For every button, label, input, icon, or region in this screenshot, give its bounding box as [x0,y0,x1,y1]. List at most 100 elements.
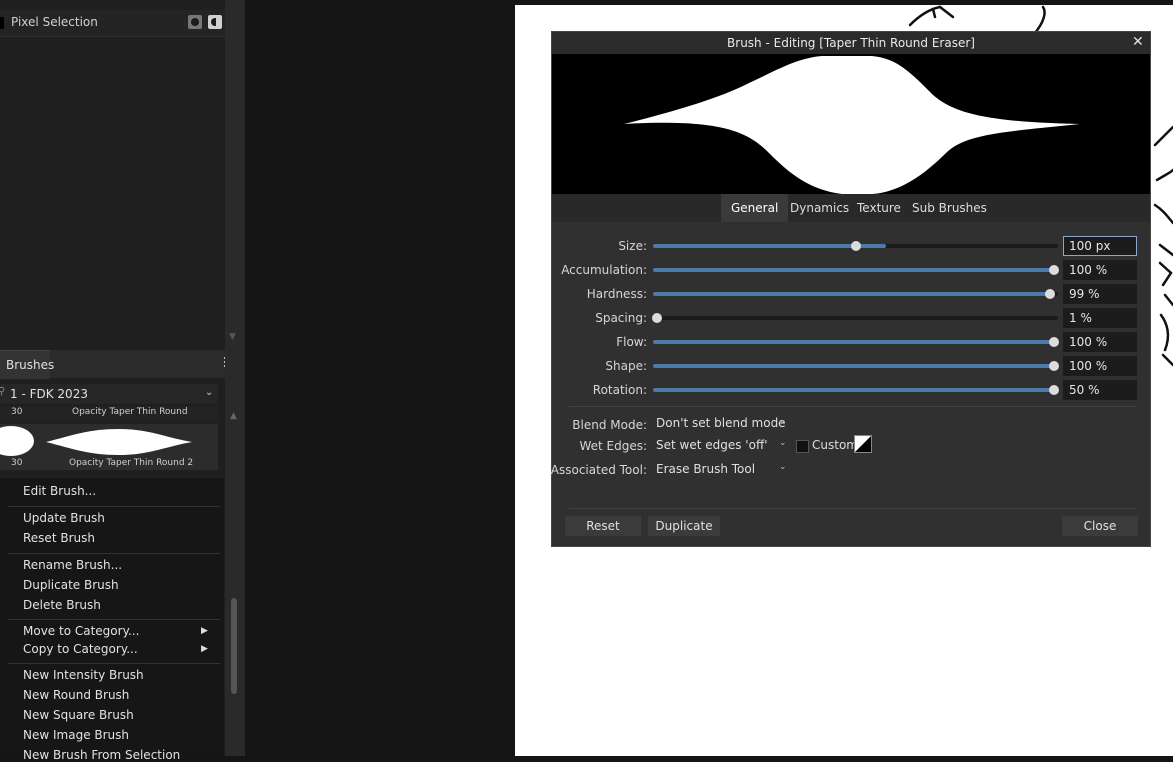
brush-tip-preview [0,426,34,456]
shape-slider-knob[interactable] [1049,361,1059,371]
rotation-slider-knob[interactable] [1049,385,1059,395]
blend-mode-label: Blend Mode: [572,418,647,432]
layer-name: Pixel Selection [11,15,98,29]
menu-item-rename-brush[interactable]: Rename Brush... [23,558,122,572]
brush-stroke-shape [624,56,1080,194]
associated-tool-value: Erase Brush Tool [656,462,756,476]
blend-mode-value: Don't set blend mode [656,416,786,430]
flow-slider[interactable] [653,337,1059,347]
dialog-separator [569,508,1137,509]
reset-button[interactable]: Reset [565,516,641,536]
submenu-arrow-icon: ▶ [201,644,208,654]
shape-value-field[interactable]: 100 % [1063,356,1137,376]
associated-tool-dropdown[interactable]: Erase Brush Tool ⌄ [653,460,793,478]
rotation-label: Rotation: [592,383,647,397]
brushes-panel-header: Brushes [0,350,245,379]
menu-item-new-square-brush[interactable]: New Square Brush [23,708,134,722]
spacing-row: Spacing: 1 % [552,308,1150,328]
chevron-down-icon: ⌄ [779,462,787,472]
menu-separator [8,619,220,620]
blend-options-icon[interactable] [208,15,222,29]
brush-name: Opacity Taper Thin Round 2 [69,458,194,468]
wet-edges-label: Wet Edges: [579,439,647,453]
duplicate-button[interactable]: Duplicate [648,516,720,536]
brush-stroke-preview [46,429,192,455]
hardness-slider[interactable] [653,289,1058,299]
size-row: Size: 100 px [552,236,1150,256]
associated-tool-label: Associated Tool: [550,463,647,477]
chevron-down-icon: ⌄ [205,387,214,398]
size-label: Size: [618,239,647,253]
brushes-tab-label: Brushes [6,358,55,372]
accumulation-row: Accumulation: 100 % [552,260,1150,280]
pin-icon: ⚲ [0,386,6,397]
size-slider[interactable] [653,241,1058,251]
close-icon[interactable]: ✕ [1132,34,1144,50]
dialog-separator [569,406,1137,407]
shape-slider-fill [653,364,1054,368]
menu-item-new-intensity-brush[interactable]: New Intensity Brush [23,668,144,682]
menu-item-move-to-category[interactable]: Move to Category... [23,624,139,638]
dialog-tabs: General Dynamics Texture Sub Brushes [552,194,1150,222]
layer-row-pixel-selection[interactable]: Pixel Selection [0,10,225,37]
rotation-slider-fill [653,388,1054,392]
accumulation-label: Accumulation: [561,263,647,277]
hardness-value-field[interactable]: 99 % [1063,284,1137,304]
menu-separator [8,506,220,507]
flow-slider-fill [653,340,1054,344]
brush-size: 30 [11,407,23,417]
wet-edge-curve-icon[interactable] [854,435,872,453]
shape-slider[interactable] [653,361,1059,371]
blend-mode-dropdown[interactable]: Don't set blend mode ⌄ [653,414,793,432]
size-value-field[interactable]: 100 px [1063,236,1137,256]
menu-separator [8,553,220,554]
flow-slider-knob[interactable] [1049,337,1059,347]
dialog-titlebar[interactable]: Brush - Editing [Taper Thin Round Eraser… [552,32,1150,54]
spacing-slider[interactable] [652,313,1058,323]
mask-icon[interactable] [188,15,202,29]
chevron-down-icon: ⌄ [779,416,787,426]
menu-item-new-brush-from-selection[interactable]: New Brush From Selection [23,748,180,762]
accumulation-value-field[interactable]: 100 % [1063,260,1137,280]
brush-category-select[interactable]: ⚲ 1 - FDK 2023 ⌄ [0,384,218,404]
scroll-up-arrow-icon[interactable]: ▲ [230,411,237,421]
shape-row: Shape: 100 % [552,356,1150,376]
menu-item-new-image-brush[interactable]: New Image Brush [23,728,129,742]
rotation-slider[interactable] [653,385,1059,395]
submenu-arrow-icon: ▶ [201,626,208,636]
close-button[interactable]: Close [1062,516,1138,536]
brush-list-scrollbar-thumb[interactable] [231,598,237,694]
brush-editor-dialog: Brush - Editing [Taper Thin Round Eraser… [551,31,1151,547]
menu-item-copy-to-category[interactable]: Copy to Category... [23,642,138,656]
menu-item-reset-brush[interactable]: Reset Brush [23,531,95,545]
flow-row: Flow: 100 % [552,332,1150,352]
spacing-value-field[interactable]: 1 % [1063,308,1137,328]
flow-value-field[interactable]: 100 % [1063,332,1137,352]
accumulation-slider[interactable] [653,265,1059,275]
brush-list-item-selected[interactable]: 30 Opacity Taper Thin Round 2 [0,424,218,470]
layer-marker [0,17,4,29]
accumulation-slider-fill [653,268,1054,272]
brush-list-item[interactable]: 30 Opacity Taper Thin Round [0,406,218,420]
shape-label: Shape: [605,359,647,373]
rotation-value-field[interactable]: 50 % [1063,380,1137,400]
menu-item-update-brush[interactable]: Update Brush [23,511,105,525]
accumulation-slider-knob[interactable] [1049,265,1059,275]
dialog-title: Brush - Editing [Taper Thin Round Eraser… [727,36,975,50]
wet-edges-dropdown[interactable]: Set wet edges 'off' ⌄ [653,436,793,454]
tab-sub-brushes[interactable]: Sub Brushes [902,194,997,222]
tab-general[interactable]: General [721,194,789,222]
spacing-slider-knob[interactable] [652,313,662,323]
scroll-down-arrow-icon[interactable]: ▼ [229,332,236,342]
menu-item-duplicate-brush[interactable]: Duplicate Brush [23,578,119,592]
tab-brushes[interactable]: Brushes [0,350,54,379]
hardness-slider-knob[interactable] [1045,289,1055,299]
custom-checkbox[interactable] [796,440,809,453]
menu-item-delete-brush[interactable]: Delete Brush [23,598,101,612]
menu-item-edit-brush[interactable]: Edit Brush... [23,484,96,498]
size-slider-knob[interactable] [851,241,861,251]
menu-item-new-round-brush[interactable]: New Round Brush [23,688,129,702]
brush-category-value: 1 - FDK 2023 [10,387,88,401]
menu-separator [8,663,220,664]
flow-label: Flow: [616,335,647,349]
